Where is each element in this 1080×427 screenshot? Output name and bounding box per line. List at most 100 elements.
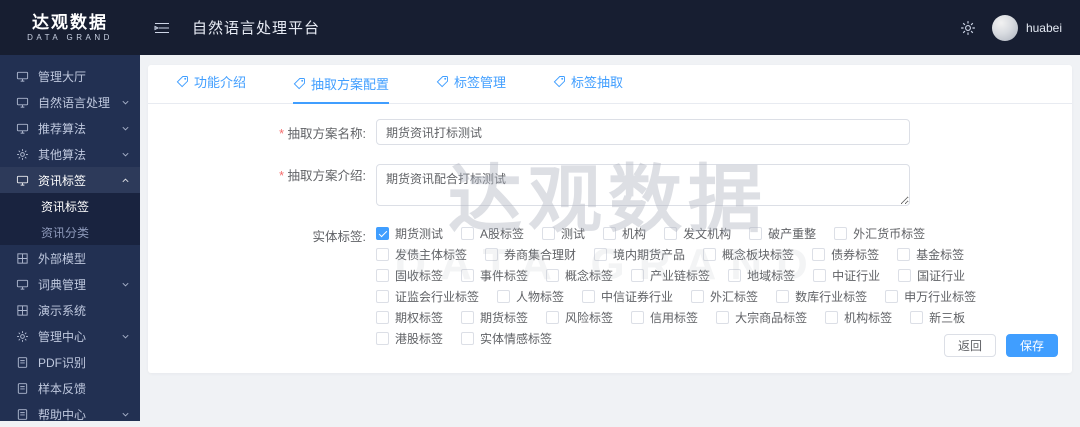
entity-tag-label: 中证行业 (832, 267, 880, 284)
checkbox-unchecked-icon (376, 332, 389, 345)
sidebar-item-2[interactable]: 推荐算法 (0, 115, 140, 141)
entity-tag-label: 地域标签 (747, 267, 795, 284)
collapse-sidebar-icon[interactable] (154, 21, 170, 35)
entity-tag-checkbox[interactable]: 国证行业 (898, 267, 965, 284)
checkbox-unchecked-icon (910, 311, 923, 324)
entity-tag-checkbox[interactable]: 期货测试 (376, 225, 443, 242)
entity-tag-checkbox[interactable]: 概念标签 (546, 267, 613, 284)
sidebar-item-6[interactable]: 词典管理 (0, 271, 140, 297)
entity-tag-checkbox[interactable]: 产业链标签 (631, 267, 710, 284)
down-icon (121, 98, 130, 107)
sidebar-item-1[interactable]: 自然语言处理 (0, 89, 140, 115)
entity-tags-label: 实体标签: (148, 225, 376, 351)
entity-tag-checkbox[interactable]: 债券标签 (812, 246, 879, 263)
sidebar-subitem-4-0[interactable]: 资讯标签 (0, 193, 140, 219)
entity-tag-checkbox[interactable]: 数库行业标签 (776, 288, 867, 305)
up-icon (121, 176, 130, 185)
tab-1[interactable]: 抽取方案配置 (293, 74, 389, 104)
entity-tag-checkbox[interactable]: 机构标签 (825, 309, 892, 326)
checkbox-unchecked-icon (582, 290, 595, 303)
entity-tag-checkbox[interactable]: 外汇货币标签 (834, 225, 925, 242)
plan-name-label: 抽取方案名称: (148, 122, 376, 142)
entity-tag-checkbox[interactable]: 中信证券行业 (582, 288, 673, 305)
sidebar-item-4[interactable]: 资讯标签 (0, 167, 140, 193)
entity-tag-checkbox[interactable]: 机构 (603, 225, 646, 242)
avatar (992, 15, 1018, 41)
entity-tag-checkbox[interactable]: 信用标签 (631, 309, 698, 326)
sidebar-item-0[interactable]: 管理大厅 (0, 63, 140, 89)
tab-3[interactable]: 标签抽取 (553, 72, 623, 104)
user-menu[interactable]: huabei (992, 15, 1062, 41)
entity-tag-checkbox[interactable]: 新三板 (910, 309, 965, 326)
grid-icon (16, 252, 29, 265)
entity-tag-checkbox[interactable]: 发文机构 (664, 225, 731, 242)
sidebar-item-7[interactable]: 演示系统 (0, 297, 140, 323)
entity-tag-checkbox[interactable]: 测试 (542, 225, 585, 242)
checkbox-unchecked-icon (703, 248, 716, 261)
entity-tags-group: 期货测试 A股标签 测试 机构 发文机构 破产重整 外汇货币标签发债主体标签 券商集合理财 境内… (376, 225, 936, 351)
checkbox-unchecked-icon (691, 290, 704, 303)
sidebar-item-10[interactable]: 样本反馈 (0, 375, 140, 401)
sidebar-item-label: 资讯标签 (38, 172, 86, 189)
doc-icon (16, 382, 29, 395)
entity-tag-checkbox[interactable]: 申万行业标签 (885, 288, 976, 305)
sidebar-item-label: PDF识别 (38, 354, 86, 371)
entity-tag-label: 境内期货产品 (613, 246, 685, 263)
sidebar-subitem-4-1[interactable]: 资讯分类 (0, 219, 140, 245)
grid-icon (16, 304, 29, 317)
entity-tag-checkbox[interactable]: 风险标签 (546, 309, 613, 326)
sidebar-item-3[interactable]: 其他算法 (0, 141, 140, 167)
tab-0[interactable]: 功能介绍 (176, 72, 246, 104)
content-card: 达观数据 DATA GRAND 功能介绍抽取方案配置标签管理标签抽取 抽取方案名… (148, 65, 1072, 373)
card-actions: 返回 保存 (944, 334, 1058, 357)
entity-tag-checkbox[interactable]: 中证行业 (813, 267, 880, 284)
brand-logo: 达观数据 DATA GRAND (0, 13, 140, 43)
entity-tag-checkbox[interactable]: 破产重整 (749, 225, 816, 242)
entity-tag-checkbox[interactable]: 事件标签 (461, 267, 528, 284)
entity-tag-label: 期货标签 (480, 309, 528, 326)
entity-tag-checkbox[interactable]: 港股标签 (376, 330, 443, 347)
back-button[interactable]: 返回 (944, 334, 996, 357)
plan-desc-textarea[interactable]: 期货资讯配合打标测试 (376, 164, 910, 206)
sidebar-item-9[interactable]: PDF识别 (0, 349, 140, 375)
entity-tag-checkbox[interactable]: 实体情感标签 (461, 330, 552, 347)
entity-tag-label: 国证行业 (917, 267, 965, 284)
entity-tag-checkbox[interactable]: 固收标签 (376, 267, 443, 284)
entity-tag-checkbox[interactable]: 概念板块标签 (703, 246, 794, 263)
sidebar-submenu: 资讯标签资讯分类 (0, 193, 140, 245)
entity-tag-label: 概念标签 (565, 267, 613, 284)
entity-tag-checkbox[interactable]: 发债主体标签 (376, 246, 467, 263)
checkbox-unchecked-icon (897, 248, 910, 261)
entity-tag-checkbox[interactable]: 外汇标签 (691, 288, 758, 305)
entity-tag-checkbox[interactable]: 券商集合理财 (485, 246, 576, 263)
entity-tag-checkbox[interactable]: 境内期货产品 (594, 246, 685, 263)
entity-tag-checkbox[interactable]: 人物标签 (497, 288, 564, 305)
entity-tag-checkbox[interactable]: 地域标签 (728, 267, 795, 284)
down-icon (121, 280, 130, 289)
entity-tag-label: 券商集合理财 (504, 246, 576, 263)
plan-name-input[interactable] (376, 119, 910, 145)
settings-gear-icon[interactable] (960, 20, 976, 36)
entity-tag-checkbox[interactable]: A股标签 (461, 225, 524, 242)
tab-2[interactable]: 标签管理 (436, 72, 506, 104)
tab-label: 标签管理 (454, 72, 506, 91)
entity-tag-checkbox[interactable]: 证监会行业标签 (376, 288, 479, 305)
entity-tag-checkbox[interactable]: 基金标签 (897, 246, 964, 263)
entity-tag-checkbox[interactable]: 期货标签 (461, 309, 528, 326)
plan-desc-label: 抽取方案介绍: (148, 164, 376, 206)
entity-tag-label: 外汇标签 (710, 288, 758, 305)
sidebar-item-8[interactable]: 管理中心 (0, 323, 140, 349)
sidebar-item-5[interactable]: 外部模型 (0, 245, 140, 271)
entity-tag-label: 产业链标签 (650, 267, 710, 284)
sidebar-item-11[interactable]: 帮助中心 (0, 401, 140, 427)
checkbox-unchecked-icon (461, 311, 474, 324)
save-button[interactable]: 保存 (1006, 334, 1058, 357)
checkbox-unchecked-icon (728, 269, 741, 282)
entity-tag-label: 概念板块标签 (722, 246, 794, 263)
checkbox-unchecked-icon (461, 332, 474, 345)
checkbox-unchecked-icon (813, 269, 826, 282)
tag-icon (293, 77, 306, 90)
entity-tag-checkbox[interactable]: 期权标签 (376, 309, 443, 326)
doc-icon (16, 408, 29, 421)
entity-tag-checkbox[interactable]: 大宗商品标签 (716, 309, 807, 326)
